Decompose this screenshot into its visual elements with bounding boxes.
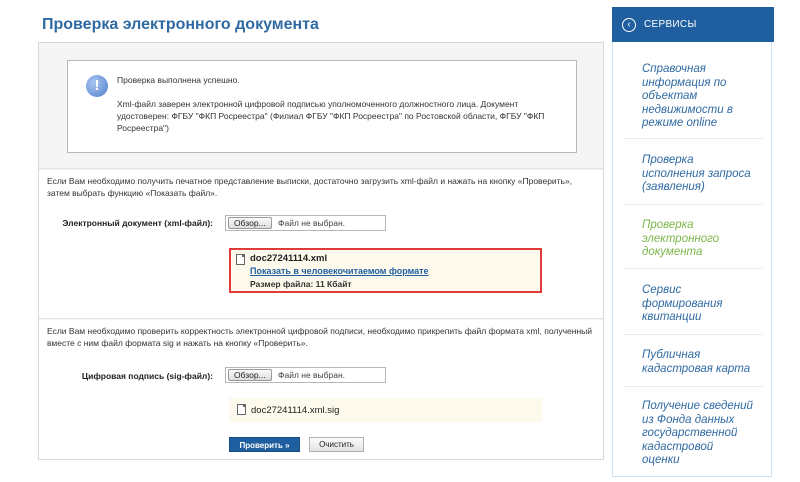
sidebar-item-valuation-fund[interactable]: Получение сведений из Фонда данных госуд… xyxy=(642,400,768,468)
xml-upload-section: Если Вам необходимо получить печатное пр… xyxy=(39,170,603,319)
sidebar-divider xyxy=(623,334,763,335)
chevron-left-icon[interactable]: ‹ xyxy=(622,18,636,32)
check-button[interactable]: Проверить » xyxy=(229,437,300,452)
notice-area: ! Проверка выполнена успешно. Xml-файл з… xyxy=(39,43,603,169)
xml-file-input[interactable]: Обзор... Файл не выбран. xyxy=(225,215,386,231)
xml-file-size: Размер файла: 11 Кбайт xyxy=(250,279,352,289)
sidebar-divider xyxy=(623,138,763,139)
sig-file-name: doc27241114.xml.sig xyxy=(251,405,340,416)
success-notice: ! Проверка выполнена успешно. Xml-файл з… xyxy=(67,60,577,153)
sig-file-input[interactable]: Обзор... Файл не выбран. xyxy=(225,367,386,383)
xml-file-name: doc27241114.xml xyxy=(250,253,328,264)
info-icon: ! xyxy=(86,75,108,97)
services-sidebar: ‹ СЕРВИСЫ Справочная информация по объек… xyxy=(612,7,774,477)
sidebar-divider xyxy=(623,386,763,387)
notice-text: Проверка выполнена успешно. Xml-файл зав… xyxy=(117,74,567,134)
sig-field-label: Цифровая подпись (sig-файл): xyxy=(81,371,213,381)
notice-line-2: Xml-файл заверен электронной цифровой по… xyxy=(117,99,545,133)
sidebar-item-request-status[interactable]: Проверка исполнения запроса (заявления) xyxy=(642,154,768,195)
sidebar-divider xyxy=(623,268,763,269)
xml-browse-button[interactable]: Обзор... xyxy=(228,217,272,229)
notice-line-1: Проверка выполнена успешно. xyxy=(117,75,240,85)
show-readable-link[interactable]: Показать в человекочитаемом формате xyxy=(250,266,429,276)
xml-file-status: Файл не выбран. xyxy=(278,218,346,228)
sidebar-item-document-check[interactable]: Проверка электронного документа xyxy=(642,219,768,260)
sidebar-title: СЕРВИСЫ xyxy=(644,19,697,30)
document-icon xyxy=(237,404,246,415)
verification-panel: ! Проверка выполнена успешно. Xml-файл з… xyxy=(38,42,604,460)
sidebar-item-cadastral-map[interactable]: Публичная кадастровая карта xyxy=(642,349,768,376)
xml-instructions: Если Вам необходимо получить печатное пр… xyxy=(47,176,573,198)
sig-file-box: doc27241114.xml.sig xyxy=(229,398,542,422)
document-icon xyxy=(236,254,245,265)
clear-button[interactable]: Очистить xyxy=(309,437,364,452)
sidebar-header[interactable]: ‹ СЕРВИСЫ xyxy=(612,7,774,42)
sidebar-item-receipt-service[interactable]: Сервис формирования квитанции xyxy=(642,284,768,325)
xml-result-box: doc27241114.xml Показать в человекочитае… xyxy=(229,248,542,293)
xml-field-label: Электронный документ (xml-файл): xyxy=(62,218,213,228)
sig-browse-button[interactable]: Обзор... xyxy=(228,369,272,381)
sig-file-status: Файл не выбран. xyxy=(278,370,346,380)
page-title: Проверка электронного документа xyxy=(42,16,319,33)
sidebar-item-reference-info[interactable]: Справочная информация по объектам недвиж… xyxy=(642,63,768,131)
sidebar-divider xyxy=(623,204,763,205)
sig-upload-section: Если Вам необходимо проверить корректнос… xyxy=(39,320,603,459)
sig-instructions: Если Вам необходимо проверить корректнос… xyxy=(47,326,592,348)
